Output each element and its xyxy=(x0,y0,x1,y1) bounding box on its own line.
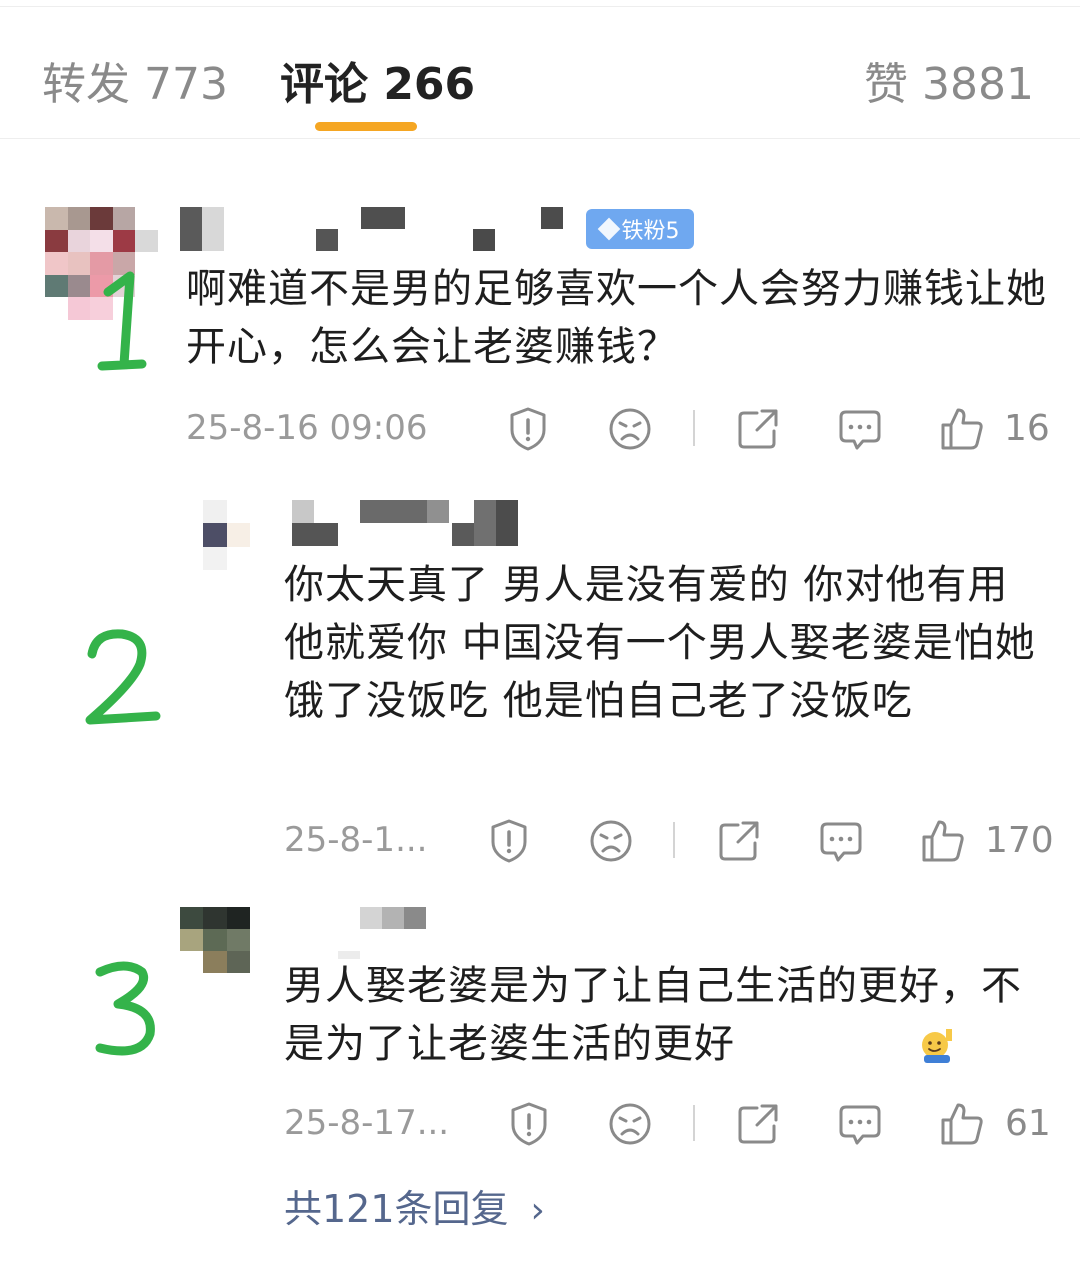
thumbs-up-icon[interactable] xyxy=(939,406,985,452)
comment-time: 25-8-17... xyxy=(284,1103,450,1143)
comment-actions: 25-8-17... 61 xyxy=(0,1095,1080,1155)
tab-comments[interactable]: 评论 266 xyxy=(280,48,475,112)
comment-icon[interactable] xyxy=(837,1101,883,1147)
fan-level-badge: 铁粉5 xyxy=(586,209,694,249)
username-pixelated[interactable] xyxy=(292,500,522,546)
comment-actions: 25-8-16 09:06 16 xyxy=(0,400,1080,460)
diamond-icon xyxy=(597,217,620,241)
report-icon[interactable] xyxy=(506,1101,552,1147)
share-icon[interactable] xyxy=(735,406,781,452)
username-pixelated[interactable] xyxy=(338,907,433,959)
tab-forwards[interactable]: 转发 773 xyxy=(42,48,228,112)
share-icon[interactable] xyxy=(716,818,762,864)
dislike-face-icon[interactable] xyxy=(607,1101,653,1147)
active-tab-indicator xyxy=(315,122,417,131)
raising-hand-emoji xyxy=(918,1025,958,1063)
chevron-right-icon: › xyxy=(530,1190,545,1231)
comment-icon[interactable] xyxy=(837,406,883,452)
comment-time: 25-8-1... xyxy=(284,820,428,860)
action-separator xyxy=(693,1105,695,1141)
thumbs-up-icon[interactable] xyxy=(939,1101,985,1147)
comment-icon[interactable] xyxy=(818,818,864,864)
share-icon[interactable] xyxy=(735,1101,781,1147)
avatar[interactable] xyxy=(180,500,250,570)
comment-time: 25-8-16 09:06 xyxy=(186,408,428,448)
action-separator xyxy=(673,822,675,858)
replies-count-label: 共121条回复 xyxy=(284,1187,509,1231)
tab-divider xyxy=(0,138,1080,139)
like-count: 16 xyxy=(1004,408,1050,449)
avatar[interactable] xyxy=(180,907,250,973)
tab-likes[interactable]: 赞 3881 xyxy=(864,48,1034,112)
comment-actions: 25-8-1... 170 xyxy=(0,812,1080,872)
annotation-number-3 xyxy=(90,958,160,1062)
like-count: 170 xyxy=(985,820,1054,861)
comment-text: 你太天真了 男人是没有爱的 你对他有用他就爱你 中国没有一个男人娶老婆是怕她饿了… xyxy=(284,562,1036,724)
annotation-number-2 xyxy=(82,628,164,728)
report-icon[interactable] xyxy=(505,406,551,452)
fan-level-label: 铁粉5 xyxy=(621,219,680,244)
action-separator xyxy=(693,410,695,446)
thumbs-up-icon[interactable] xyxy=(920,818,966,864)
annotation-number-1 xyxy=(90,270,150,374)
comment-text: 男人娶老婆是为了让自己生活的更好，不是为了让老婆生活的更好 xyxy=(284,963,1022,1067)
like-count: 61 xyxy=(1005,1103,1051,1144)
dislike-face-icon[interactable] xyxy=(588,818,634,864)
report-icon[interactable] xyxy=(486,818,532,864)
dislike-face-icon[interactable] xyxy=(607,406,653,452)
view-replies-link[interactable]: 共121条回复 › xyxy=(284,1178,545,1233)
username-pixelated[interactable] xyxy=(180,207,570,252)
comment-text: 啊难道不是男的足够喜欢一个人会努力赚钱让她开心，怎么会让老婆赚钱？ xyxy=(186,266,1047,370)
tab-bar: 转发 773 评论 266 赞 3881 xyxy=(0,0,1080,140)
